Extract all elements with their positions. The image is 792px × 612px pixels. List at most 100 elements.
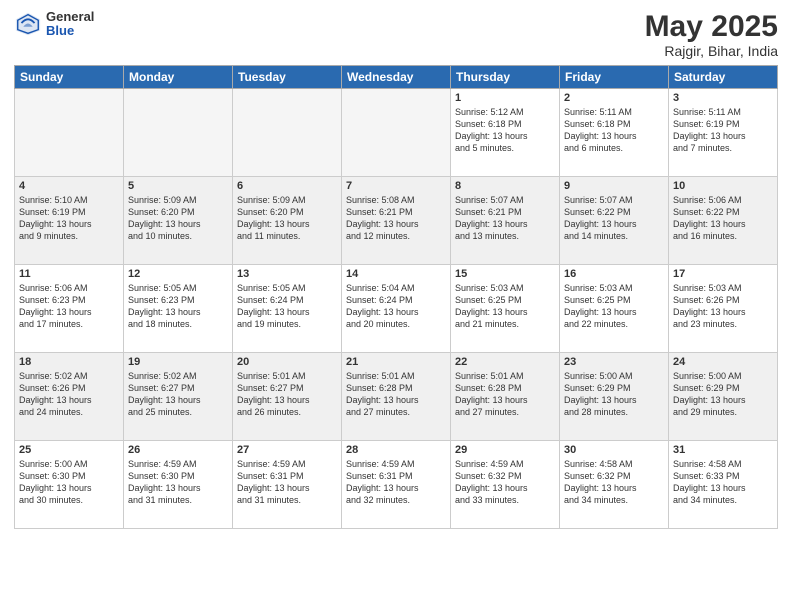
- cell-info: Sunrise: 5:11 AM Sunset: 6:19 PM Dayligh…: [673, 106, 773, 155]
- month-title: May 2025: [645, 10, 778, 43]
- cell-info: Sunrise: 5:00 AM Sunset: 6:29 PM Dayligh…: [673, 370, 773, 419]
- cell-info: Sunrise: 5:00 AM Sunset: 6:29 PM Dayligh…: [564, 370, 664, 419]
- day-number: 27: [237, 444, 337, 456]
- day-number: 14: [346, 268, 446, 280]
- day-number: 31: [673, 444, 773, 456]
- day-number: 3: [673, 92, 773, 104]
- calendar-cell: [342, 89, 451, 177]
- calendar-cell: 13Sunrise: 5:05 AM Sunset: 6:24 PM Dayli…: [233, 265, 342, 353]
- calendar-cell: 20Sunrise: 5:01 AM Sunset: 6:27 PM Dayli…: [233, 353, 342, 441]
- day-number: 8: [455, 180, 555, 192]
- cell-info: Sunrise: 5:01 AM Sunset: 6:28 PM Dayligh…: [346, 370, 446, 419]
- calendar-cell: 11 Sunrise: 5:06 AM Sunset: 6:23 PM Dayli…: [15, 265, 124, 353]
- day-number: 4: [19, 180, 119, 192]
- header: General Blue May 2025 Rajgir, Bihar, Ind…: [14, 10, 778, 59]
- calendar-cell: 27 Sunrise: 4:59 AM Sunset: 6:31 PM Dayli…: [233, 441, 342, 529]
- cell-info: Sunrise: 5:06 AM Sunset: 6:22 PM Dayligh…: [673, 194, 773, 243]
- day-number: 11: [19, 268, 119, 280]
- calendar-cell: [233, 89, 342, 177]
- logo-general: General: [46, 10, 94, 24]
- calendar-week-row: 1 Sunrise: 5:12 AM Sunset: 6:18 PM Daylig…: [15, 89, 778, 177]
- cell-info: Sunrise: 5:10 AM Sunset: 6:19 PM Dayligh…: [19, 194, 119, 243]
- logo: General Blue: [14, 10, 94, 39]
- calendar-cell: 26Sunrise: 4:59 AM Sunset: 6:30 PM Dayli…: [124, 441, 233, 529]
- day-number: 1: [455, 92, 555, 104]
- calendar-cell: 14Sunrise: 5:04 AM Sunset: 6:24 PM Dayli…: [342, 265, 451, 353]
- cell-info: Sunrise: 5:03 AM Sunset: 6:25 PM Dayligh…: [564, 282, 664, 331]
- calendar-week-row: 4 Sunrise: 5:10 AM Sunset: 6:19 PM Daylig…: [15, 177, 778, 265]
- calendar-day-header: Tuesday: [233, 66, 342, 89]
- calendar-cell: 18 Sunrise: 5:02 AM Sunset: 6:26 PM Dayli…: [15, 353, 124, 441]
- calendar-day-header: Sunday: [15, 66, 124, 89]
- calendar-week-row: 11 Sunrise: 5:06 AM Sunset: 6:23 PM Dayli…: [15, 265, 778, 353]
- location: Rajgir, Bihar, India: [645, 43, 778, 59]
- cell-info: Sunrise: 5:06 AM Sunset: 6:23 PM Dayligh…: [19, 282, 119, 331]
- calendar-cell: 4 Sunrise: 5:10 AM Sunset: 6:19 PM Daylig…: [15, 177, 124, 265]
- calendar-cell: 23 Sunrise: 5:00 AM Sunset: 6:29 PM Dayli…: [560, 353, 669, 441]
- day-number: 12: [128, 268, 228, 280]
- cell-info: Sunrise: 4:59 AM Sunset: 6:32 PM Dayligh…: [455, 458, 555, 507]
- calendar-cell: 21 Sunrise: 5:01 AM Sunset: 6:28 PM Dayli…: [342, 353, 451, 441]
- day-number: 28: [346, 444, 446, 456]
- day-number: 24: [673, 356, 773, 368]
- cell-info: Sunrise: 5:01 AM Sunset: 6:28 PM Dayligh…: [455, 370, 555, 419]
- day-number: 21: [346, 356, 446, 368]
- day-number: 9: [564, 180, 664, 192]
- cell-info: Sunrise: 4:59 AM Sunset: 6:31 PM Dayligh…: [237, 458, 337, 507]
- cell-info: Sunrise: 4:58 AM Sunset: 6:33 PM Dayligh…: [673, 458, 773, 507]
- calendar-cell: 16 Sunrise: 5:03 AM Sunset: 6:25 PM Dayli…: [560, 265, 669, 353]
- title-block: May 2025 Rajgir, Bihar, India: [645, 10, 778, 59]
- logo-icon: [14, 10, 42, 38]
- day-number: 19: [128, 356, 228, 368]
- calendar-cell: 10Sunrise: 5:06 AM Sunset: 6:22 PM Dayli…: [669, 177, 778, 265]
- calendar-cell: 1 Sunrise: 5:12 AM Sunset: 6:18 PM Daylig…: [451, 89, 560, 177]
- day-number: 5: [128, 180, 228, 192]
- calendar-day-header: Saturday: [669, 66, 778, 89]
- cell-info: Sunrise: 5:11 AM Sunset: 6:18 PM Dayligh…: [564, 106, 664, 155]
- calendar-cell: 30 Sunrise: 4:58 AM Sunset: 6:32 PM Dayli…: [560, 441, 669, 529]
- calendar-cell: 5Sunrise: 5:09 AM Sunset: 6:20 PM Daylig…: [124, 177, 233, 265]
- day-number: 6: [237, 180, 337, 192]
- day-number: 7: [346, 180, 446, 192]
- calendar-day-header: Monday: [124, 66, 233, 89]
- day-number: 30: [564, 444, 664, 456]
- page: General Blue May 2025 Rajgir, Bihar, Ind…: [0, 0, 792, 612]
- calendar-week-row: 18 Sunrise: 5:02 AM Sunset: 6:26 PM Dayli…: [15, 353, 778, 441]
- cell-info: Sunrise: 5:12 AM Sunset: 6:18 PM Dayligh…: [455, 106, 555, 155]
- cell-info: Sunrise: 5:03 AM Sunset: 6:25 PM Dayligh…: [455, 282, 555, 331]
- cell-info: Sunrise: 5:00 AM Sunset: 6:30 PM Dayligh…: [19, 458, 119, 507]
- cell-info: Sunrise: 5:05 AM Sunset: 6:24 PM Dayligh…: [237, 282, 337, 331]
- logo-text: General Blue: [46, 10, 94, 39]
- calendar-cell: 12 Sunrise: 5:05 AM Sunset: 6:23 PM Dayli…: [124, 265, 233, 353]
- calendar-cell: 24 Sunrise: 5:00 AM Sunset: 6:29 PM Dayli…: [669, 353, 778, 441]
- cell-info: Sunrise: 5:02 AM Sunset: 6:26 PM Dayligh…: [19, 370, 119, 419]
- cell-info: Sunrise: 5:09 AM Sunset: 6:20 PM Dayligh…: [237, 194, 337, 243]
- calendar-cell: 29Sunrise: 4:59 AM Sunset: 6:32 PM Dayli…: [451, 441, 560, 529]
- cell-info: Sunrise: 5:07 AM Sunset: 6:22 PM Dayligh…: [564, 194, 664, 243]
- day-number: 16: [564, 268, 664, 280]
- day-number: 20: [237, 356, 337, 368]
- day-number: 18: [19, 356, 119, 368]
- calendar-cell: 7Sunrise: 5:08 AM Sunset: 6:21 PM Daylig…: [342, 177, 451, 265]
- calendar-cell: 15 Sunrise: 5:03 AM Sunset: 6:25 PM Dayli…: [451, 265, 560, 353]
- cell-info: Sunrise: 5:05 AM Sunset: 6:23 PM Dayligh…: [128, 282, 228, 331]
- calendar-cell: 3 Sunrise: 5:11 AM Sunset: 6:19 PM Daylig…: [669, 89, 778, 177]
- day-number: 23: [564, 356, 664, 368]
- day-number: 2: [564, 92, 664, 104]
- calendar-cell: 2 Sunrise: 5:11 AM Sunset: 6:18 PM Daylig…: [560, 89, 669, 177]
- calendar-cell: 31 Sunrise: 4:58 AM Sunset: 6:33 PM Dayli…: [669, 441, 778, 529]
- calendar-header-row: SundayMondayTuesdayWednesdayThursdayFrid…: [15, 66, 778, 89]
- calendar-table: SundayMondayTuesdayWednesdayThursdayFrid…: [14, 65, 778, 529]
- calendar-cell: 19Sunrise: 5:02 AM Sunset: 6:27 PM Dayli…: [124, 353, 233, 441]
- cell-info: Sunrise: 4:58 AM Sunset: 6:32 PM Dayligh…: [564, 458, 664, 507]
- calendar-week-row: 25 Sunrise: 5:00 AM Sunset: 6:30 PM Dayli…: [15, 441, 778, 529]
- calendar-cell: 6 Sunrise: 5:09 AM Sunset: 6:20 PM Daylig…: [233, 177, 342, 265]
- day-number: 25: [19, 444, 119, 456]
- calendar-day-header: Wednesday: [342, 66, 451, 89]
- day-number: 17: [673, 268, 773, 280]
- calendar-day-header: Thursday: [451, 66, 560, 89]
- day-number: 15: [455, 268, 555, 280]
- day-number: 26: [128, 444, 228, 456]
- calendar-cell: [15, 89, 124, 177]
- logo-blue: Blue: [46, 24, 94, 38]
